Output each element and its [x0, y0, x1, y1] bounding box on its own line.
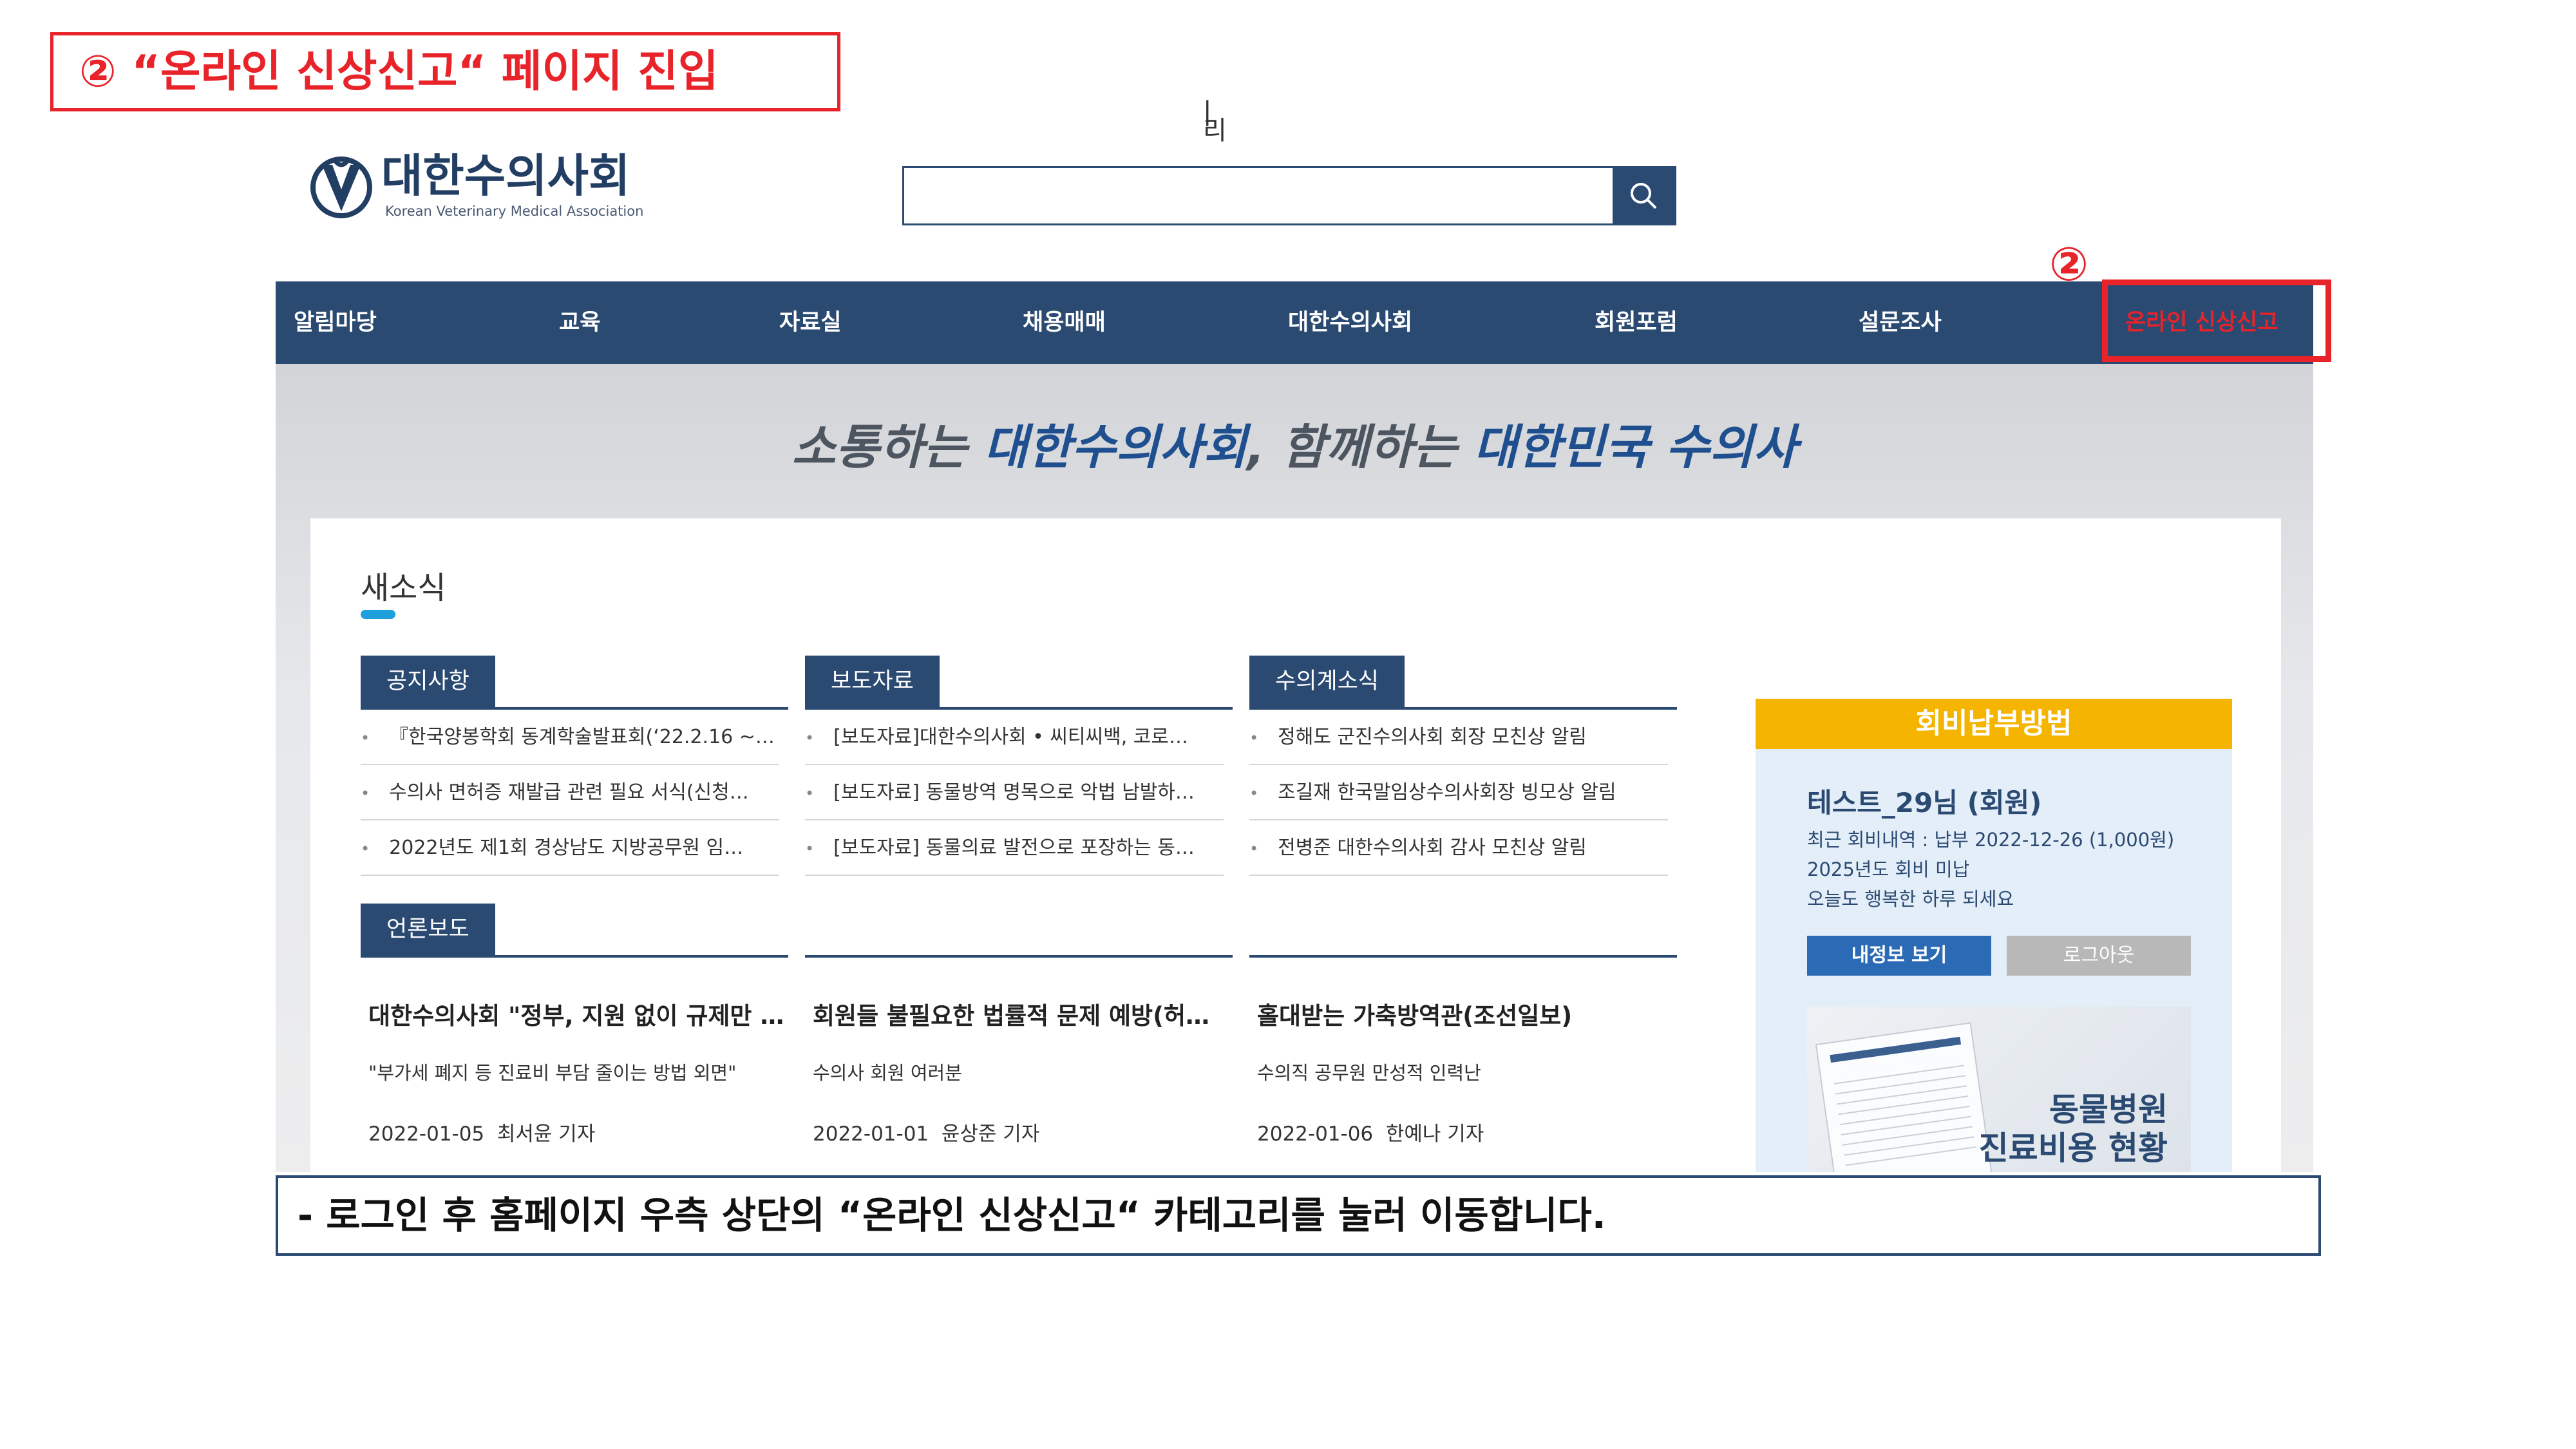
slogan-highlight1: 대한수의사회 — [983, 420, 1247, 475]
fee-history: 최근 회비내역 : 납부 2022-12-26 (1,000원) — [1807, 829, 2175, 851]
article-title[interactable]: 대한수의사회 "정부, 지원 없이 규제만 해… — [368, 996, 787, 1031]
tab-vet-news[interactable]: 수의계소식 — [1249, 656, 1405, 707]
highlight-box — [2102, 279, 2331, 362]
slogan-highlight2: 대한민국 수의사 — [1473, 420, 1797, 475]
article-meta: 2022-01-06 한예나 기자 — [1257, 1117, 1676, 1146]
press-article[interactable]: 홀대받는 가축방역관(조선일보) 수의직 공무원 만성적 인력난 2022-01… — [1257, 996, 1676, 1146]
article-subtitle: 수의직 공무원 만성적 인력난 — [1257, 1062, 1481, 1084]
column-divider — [1249, 955, 1677, 958]
slogan-part1: 소통하는 — [791, 420, 984, 475]
article-subtitle: 수의사 회원 여러분 — [813, 1062, 962, 1084]
banner-slogan: 소통하는 대한수의사회, 함께하는 대한민국 수의사 — [276, 409, 2313, 478]
fee-status: 2025년도 회비 미납 — [1807, 858, 1970, 880]
news-column-press-release: 보도자료 [보도자료]대한수의사회 • 씨티씨백, 코로… [보도자료] 동물방… — [805, 656, 1233, 876]
article-reporter: 한예나 기자 — [1385, 1122, 1484, 1146]
nav-item-association[interactable]: 대한수의사회 — [1288, 281, 1412, 364]
article-meta: 2022-01-05 최서윤 기자 — [368, 1117, 787, 1146]
press-article[interactable]: 회원들 불필요한 법률적 문제 예방(허주형… 수의사 회원 여러분 2022-… — [813, 996, 1231, 1146]
step-title: ② “온라인 신상신고“ 페이지 진입 — [50, 32, 840, 111]
promo-banner[interactable]: 동물병원 진료비용 현황 — [1807, 1007, 2191, 1172]
list-item[interactable]: [보도자료]대한수의사회 • 씨티씨백, 코로… — [805, 710, 1224, 765]
list-item[interactable]: 조길재 한국말임상수의사회장 빙모상 알림 — [1249, 765, 1668, 820]
list-item[interactable]: 전병준 대한수의사회 감사 모친상 알림 — [1249, 820, 1668, 876]
article-meta: 2022-01-01 윤상준 기자 — [813, 1117, 1231, 1146]
article-date: 2022-01-05 — [368, 1122, 485, 1146]
document-icon — [1815, 1022, 1995, 1172]
press-article[interactable]: 대한수의사회 "정부, 지원 없이 규제만 해… "부가세 폐지 등 진료비 부… — [368, 996, 787, 1146]
promo-line1: 동물병원 — [2049, 1091, 2168, 1128]
tab-press[interactable]: 언론보도 — [361, 904, 495, 955]
list-item[interactable]: 정해도 군진수의사회 회장 모친상 알림 — [1249, 710, 1668, 765]
step-marker: ② — [2049, 237, 2088, 291]
top-fragment: | 리 — [1203, 97, 1278, 146]
logout-button[interactable]: 로그아웃 — [2007, 936, 2191, 976]
article-subtitle: "부가세 폐지 등 진료비 부담 줄이는 방법 외면" — [368, 1062, 737, 1084]
search-box — [902, 166, 1676, 225]
list-item[interactable]: [보도자료] 동물의료 발전으로 포장하는 동… — [805, 820, 1224, 876]
instruction-caption: - 로그인 후 홈페이지 우측 상단의 “온라인 신상신고“ 카테고리를 눌러 … — [276, 1175, 2321, 1256]
article-reporter: 윤상준 기자 — [941, 1122, 1040, 1146]
nav-item-education[interactable]: 교육 — [559, 281, 600, 364]
article-title[interactable]: 회원들 불필요한 법률적 문제 예방(허주형… — [813, 996, 1231, 1031]
column-divider — [805, 955, 1233, 958]
article-date: 2022-01-06 — [1257, 1122, 1374, 1146]
news-column-notice: 공지사항 『한국양봉학회 동계학술발표회(‘22.2.16 ~… 수의사 면허증… — [361, 656, 788, 876]
promo-text: 동물병원 진료비용 현황 — [1979, 1090, 2168, 1168]
slogan-part2: , 함께하는 — [1247, 420, 1474, 475]
section-title: 새소식 — [361, 570, 446, 606]
nav-item-survey[interactable]: 설문조사 — [1859, 281, 1942, 364]
logo-emblem-icon — [310, 156, 372, 218]
list-item[interactable]: [보도자료] 동물방역 명목으로 악법 남발하… — [805, 765, 1224, 820]
search-icon — [1631, 183, 1657, 209]
tab-press-release[interactable]: 보도자료 — [805, 656, 940, 707]
logo-subtitle: Korean Veterinary Medical Association — [385, 204, 644, 219]
article-reporter: 최서윤 기자 — [497, 1122, 596, 1146]
logo-name: 대한수의사회 — [381, 149, 630, 202]
nav-item-forum[interactable]: 회원포럼 — [1595, 281, 1678, 364]
user-name: 테스트_29님 (회원) — [1807, 787, 2042, 819]
news-column-vet-news: 수의계소식 정해도 군진수의사회 회장 모친상 알림 조길재 한국말임상수의사회… — [1249, 656, 1677, 876]
my-info-button[interactable]: 내정보 보기 — [1807, 936, 1991, 976]
section-accent-bar — [361, 610, 395, 619]
fee-header[interactable]: 회비납부방법 — [1756, 699, 2232, 749]
search-input[interactable] — [904, 168, 1613, 223]
nav-item-jobs[interactable]: 채용매매 — [1023, 281, 1106, 364]
main-nav: 알림마당 교육 자료실 채용매매 대한수의사회 회원포럼 설문조사 온라인 신상… — [276, 281, 2313, 364]
list-item[interactable]: 수의사 면허증 재발급 관련 필요 서식(신청… — [361, 765, 779, 820]
greeting: 오늘도 행복한 하루 되세요 — [1807, 888, 2014, 910]
nav-item-notice[interactable]: 알림마당 — [294, 281, 377, 364]
press-tab-row: 언론보도 — [361, 904, 788, 958]
search-button[interactable] — [1613, 168, 1674, 223]
promo-line2: 진료비용 현황 — [1978, 1130, 2168, 1167]
article-date: 2022-01-01 — [813, 1122, 929, 1146]
column-divider — [361, 955, 788, 958]
nav-item-archive[interactable]: 자료실 — [779, 281, 842, 364]
tab-notice[interactable]: 공지사항 — [361, 656, 495, 707]
article-title[interactable]: 홀대받는 가축방역관(조선일보) — [1257, 996, 1676, 1031]
member-widget: 테스트_29님 (회원) 최근 회비내역 : 납부 2022-12-26 (1,… — [1756, 749, 2232, 1172]
list-item[interactable]: 『한국양봉학회 동계학술발표회(‘22.2.16 ~… — [361, 710, 779, 765]
list-item[interactable]: 2022년도 제1회 경상남도 지방공무원 임… — [361, 820, 779, 876]
